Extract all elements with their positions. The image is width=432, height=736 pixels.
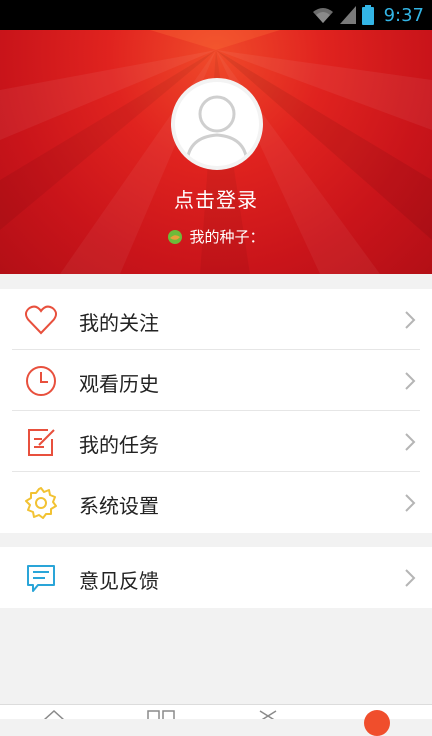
chevron-right-icon — [405, 372, 416, 390]
seed-icon — [168, 229, 183, 244]
chevron-right-icon — [405, 311, 416, 329]
menu-item-label: 系统设置 — [79, 494, 159, 518]
menu-group-feedback: 意见反馈 — [0, 547, 432, 608]
profile-header: 点击登录 我的种子： — [0, 30, 432, 274]
battery-icon — [361, 5, 374, 25]
task-edit-icon — [28, 429, 55, 456]
menu-item-history[interactable]: 观看历史 — [0, 350, 432, 411]
seed-label: 我的种子： — [189, 228, 265, 246]
profile-tab-icon[interactable] — [364, 710, 390, 736]
login-button[interactable]: 点击登录 — [0, 184, 432, 213]
signal-icon — [339, 6, 356, 24]
menu-item-tasks[interactable]: 我的任务 — [0, 411, 432, 472]
chevron-right-icon — [405, 569, 416, 587]
menu-item-following[interactable]: 我的关注 — [0, 289, 432, 350]
menu-item-feedback[interactable]: 意见反馈 — [0, 547, 432, 608]
gear-icon — [25, 487, 57, 519]
menu-item-label: 意见反馈 — [79, 569, 159, 593]
clock-icon — [26, 366, 56, 396]
chat-bubble-icon — [27, 565, 55, 592]
menu-item-label: 观看历史 — [79, 372, 159, 396]
chevron-right-icon — [405, 433, 416, 451]
menu-item-label: 我的任务 — [79, 433, 159, 457]
seed-row: 我的种子： — [0, 226, 432, 247]
heart-icon — [25, 305, 57, 335]
menu-item-label: 我的关注 — [79, 311, 159, 335]
menu-item-settings[interactable]: 系统设置 — [0, 472, 432, 533]
wifi-icon — [312, 8, 333, 23]
status-time: 9:37 — [383, 4, 424, 26]
default-user-icon — [185, 95, 249, 163]
avatar[interactable] — [171, 78, 263, 170]
chevron-right-icon — [405, 494, 416, 512]
status-bar: 9:37 — [0, 0, 432, 30]
menu-group-main: 我的关注 观看历史 我的任务 系统设置 — [0, 289, 432, 533]
